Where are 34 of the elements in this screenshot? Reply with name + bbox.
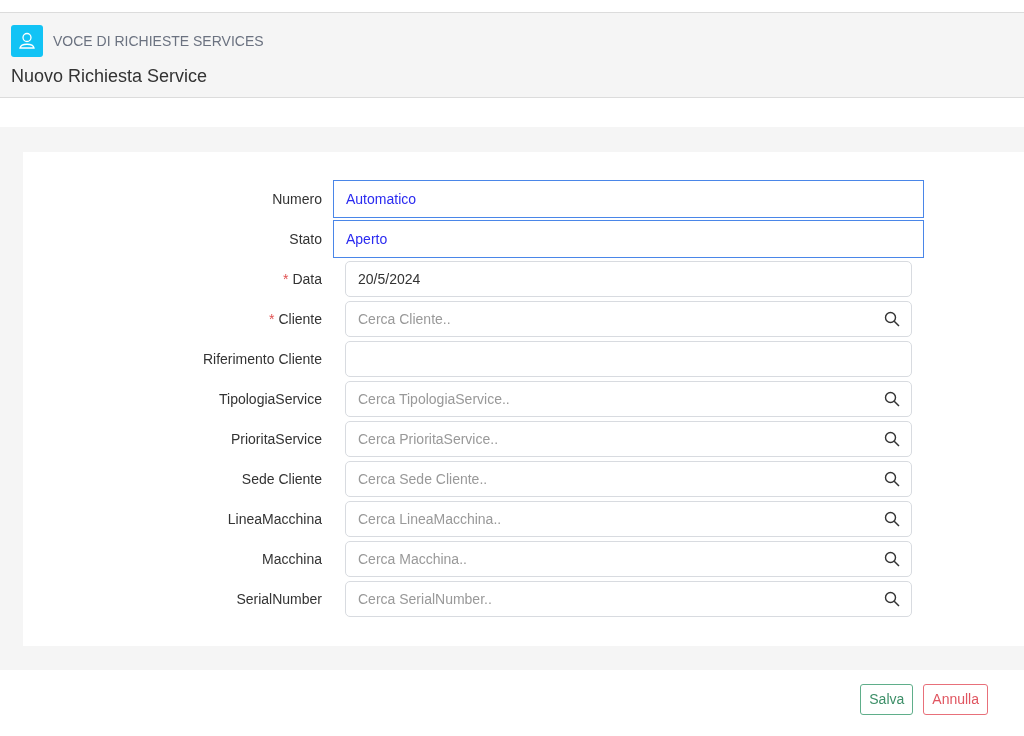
field-label: Riferimento Cliente [201,349,322,369]
search-icon[interactable] [884,391,900,407]
field-label: LineaMacchina [226,509,322,529]
field-label: Sede Cliente [240,469,322,489]
input-field[interactable]: Aperto [333,220,924,258]
cancel-button[interactable]: Annulla [923,684,988,715]
search-icon[interactable] [884,311,900,327]
field-label: PrioritaService [229,429,322,449]
search-icon[interactable] [884,431,900,447]
user-icon [11,25,43,57]
field-label: Macchina [261,549,322,569]
input-field[interactable] [345,341,912,377]
section-title: VOCE DI RICHIESTE SERVICES [53,31,264,51]
search-icon[interactable] [884,471,900,487]
field-label: * Data [281,269,322,289]
input-field[interactable]: Automatico [333,180,924,218]
search-icon[interactable] [884,551,900,567]
input-field[interactable]: 20/5/2024 [345,261,912,297]
field-label: Stato [288,229,322,249]
search-field[interactable]: Cerca TipologiaService.. [345,381,912,417]
search-field[interactable]: Cerca Cliente.. [345,301,912,337]
search-field[interactable]: Cerca LineaMacchina.. [345,501,912,537]
field-label: SerialNumber [235,589,322,609]
search-icon[interactable] [884,511,900,527]
search-icon[interactable] [884,591,900,607]
search-field[interactable]: Cerca Sede Cliente.. [345,461,912,497]
field-label: Numero [271,189,322,209]
page-title: Nuovo Richiesta Service [11,65,209,88]
search-field[interactable]: Cerca SerialNumber.. [345,581,912,617]
save-button[interactable]: Salva [860,684,914,715]
field-label: TipologiaService [218,389,322,409]
search-field[interactable]: Cerca PrioritaService.. [345,421,912,457]
field-label: * Cliente [267,309,322,329]
search-field[interactable]: Cerca Macchina.. [345,541,912,577]
